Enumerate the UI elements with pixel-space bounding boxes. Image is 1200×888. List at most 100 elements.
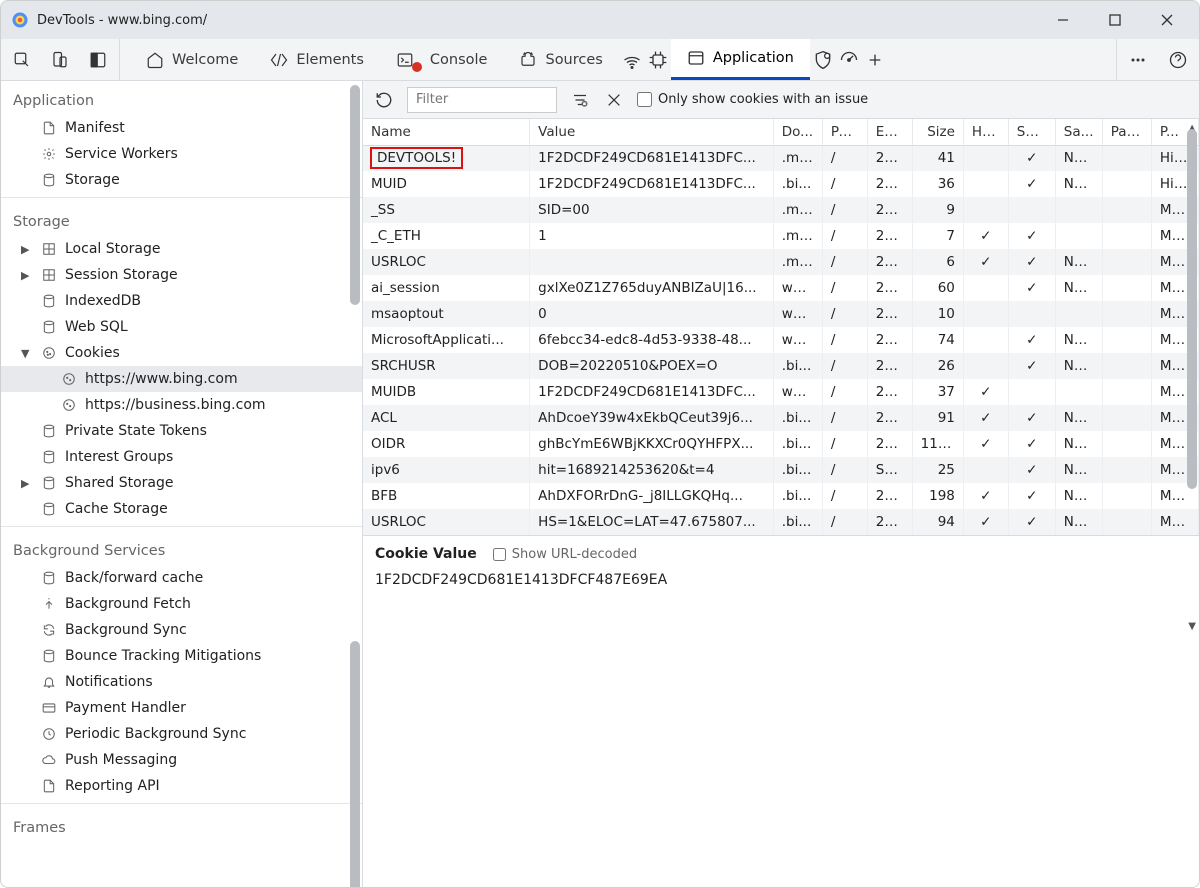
cell-value: gxlXe0Z1Z765duyANBIZaU|16... — [530, 275, 774, 301]
security-icon[interactable] — [810, 47, 836, 73]
cell-domain: .bi... — [773, 353, 822, 379]
show-url-decoded-input[interactable] — [493, 548, 506, 561]
cell-http — [963, 197, 1008, 223]
clear-filter-icon[interactable] — [569, 89, 591, 111]
sidebar-item-background-fetch[interactable]: Background Fetch — [1, 591, 362, 617]
file-icon — [41, 120, 57, 136]
table-row[interactable]: MUIDB1F2DCDF249CD681E1413DFC...ww.../20.… — [363, 379, 1199, 405]
memory-icon[interactable] — [645, 47, 671, 73]
clear-all-icon[interactable] — [603, 89, 625, 111]
col-samesite[interactable]: Sa... — [1055, 119, 1102, 145]
table-row[interactable]: DEVTOOLS!1F2DCDF249CD681E1413DFC....ms..… — [363, 145, 1199, 171]
network-icon[interactable] — [619, 47, 645, 73]
cell-path: / — [822, 249, 867, 275]
table-row[interactable]: ai_sessiongxlXe0Z1Z765duyANBIZaU|16...ww… — [363, 275, 1199, 301]
help-icon[interactable] — [1165, 47, 1191, 73]
sidebar-item-interest-groups[interactable]: Interest Groups — [1, 444, 362, 470]
device-icon[interactable] — [47, 47, 73, 73]
sidebar-item-session-storage[interactable]: ▶Session Storage — [1, 262, 362, 288]
tab-sources[interactable]: Sources — [503, 39, 618, 80]
close-button[interactable] — [1153, 6, 1181, 34]
tab-console[interactable]: Console — [380, 39, 504, 80]
minimize-button[interactable] — [1049, 6, 1077, 34]
sidebar-item-cookies[interactable]: ▼Cookies — [1, 340, 362, 366]
sidebar-item-cookie-origin-bing[interactable]: https://www.bing.com — [1, 366, 362, 392]
sidebar-item-local-storage[interactable]: ▶Local Storage — [1, 236, 362, 262]
tab-elements[interactable]: Elements — [254, 39, 380, 80]
only-issue-checkbox-input[interactable] — [637, 92, 652, 107]
scroll-down-icon[interactable]: ▼ — [1188, 621, 1196, 632]
table-row[interactable]: SRCHUSRDOB=20220510&POEX=O.bi.../20...26… — [363, 353, 1199, 379]
sidebar-item-payment-handler[interactable]: Payment Handler — [1, 695, 362, 721]
refresh-icon[interactable] — [373, 89, 395, 111]
cell-name: MUID — [363, 171, 530, 197]
card-icon — [41, 700, 57, 716]
table-row[interactable]: _SSSID=00.ms.../20...9Me... — [363, 197, 1199, 223]
cell-http — [963, 171, 1008, 197]
table-row[interactable]: MUID1F2DCDF249CD681E1413DFC....bi.../20.… — [363, 171, 1199, 197]
table-row[interactable]: BFBAhDXFORrDnG-_j8ILLGKQHq....bi.../20..… — [363, 483, 1199, 509]
table-row[interactable]: ACLAhDcoeY39w4xEkbQCeut39j6....bi.../20.… — [363, 405, 1199, 431]
cell-secure: ✓ — [1008, 457, 1055, 483]
table-row[interactable]: MicrosoftApplicati...6febcc34-edc8-4d53-… — [363, 327, 1199, 353]
table-row[interactable]: msaoptout0ww.../20...10Me... — [363, 301, 1199, 327]
col-path[interactable]: Path — [822, 119, 867, 145]
sidebar-item-periodic-sync[interactable]: Periodic Background Sync — [1, 721, 362, 747]
sidebar-item-websql[interactable]: Web SQL — [1, 314, 362, 340]
sidebar-item-background-sync[interactable]: Background Sync — [1, 617, 362, 643]
col-partition[interactable]: Par... — [1102, 119, 1151, 145]
sidebar-item-cookie-origin-business[interactable]: https://business.bing.com — [1, 392, 362, 418]
grid-icon — [41, 267, 57, 283]
cell-partition — [1102, 431, 1151, 457]
sidebar-item-manifest[interactable]: Manifest — [1, 115, 362, 141]
table-scrollbar-thumb[interactable] — [1187, 129, 1197, 489]
sidebar-item-indexeddb[interactable]: IndexedDB — [1, 288, 362, 314]
performance-icon[interactable] — [836, 47, 862, 73]
cell-value: AhDXFORrDnG-_j8ILLGKQHq... — [530, 483, 774, 509]
cell-secure: ✓ — [1008, 171, 1055, 197]
sidebar-item-bfcache[interactable]: Back/forward cache — [1, 565, 362, 591]
table-row[interactable]: USRLOCHS=1&ELOC=LAT=47.675807....bi.../2… — [363, 509, 1199, 535]
col-domain[interactable]: Do... — [773, 119, 822, 145]
inspect-icon[interactable] — [9, 47, 35, 73]
cell-domain: .bi... — [773, 457, 822, 483]
maximize-button[interactable] — [1101, 6, 1129, 34]
kebab-icon[interactable] — [1125, 47, 1151, 73]
col-name[interactable]: Name — [363, 119, 530, 145]
col-expires[interactable]: Ex... — [867, 119, 912, 145]
cell-expires: 20... — [867, 327, 912, 353]
sidebar-item-private-state-tokens[interactable]: Private State Tokens — [1, 418, 362, 444]
table-row[interactable]: OIDRghBcYmE6WBjKKXCr0QYHFPX....bi.../20.… — [363, 431, 1199, 457]
show-url-decoded-checkbox[interactable]: Show URL-decoded — [493, 547, 637, 562]
sidebar-item-bounce-tracking[interactable]: Bounce Tracking Mitigations — [1, 643, 362, 669]
sidebar-item-notifications[interactable]: Notifications — [1, 669, 362, 695]
table-row[interactable]: ipv6hit=1689214253620&t=4.bi.../Ses...25… — [363, 457, 1199, 483]
sidebar-scrollbar-thumb[interactable] — [350, 85, 360, 305]
cloud-icon — [41, 752, 57, 768]
col-secure[interactable]: Sec... — [1008, 119, 1055, 145]
tab-welcome[interactable]: Welcome — [130, 39, 254, 80]
col-httponly[interactable]: Htt... — [963, 119, 1008, 145]
tab-application[interactable]: Application — [671, 39, 810, 80]
sidebar-item-reporting-api[interactable]: Reporting API — [1, 773, 362, 799]
dock-icon[interactable] — [85, 47, 111, 73]
col-size[interactable]: Size — [912, 119, 963, 145]
more-tabs-icon[interactable] — [862, 47, 888, 73]
sidebar-item-shared-storage[interactable]: ▶Shared Storage — [1, 470, 362, 496]
cell-samesite — [1055, 197, 1102, 223]
filter-input[interactable] — [407, 87, 557, 113]
only-issue-checkbox[interactable]: Only show cookies with an issue — [637, 92, 868, 107]
cell-value: DOB=20220510&POEX=O — [530, 353, 774, 379]
cell-samesite: No... — [1055, 145, 1102, 171]
cell-path: / — [822, 223, 867, 249]
sidebar-item-cache-storage[interactable]: Cache Storage — [1, 496, 362, 522]
sidebar-item-service-workers[interactable]: Service Workers — [1, 141, 362, 167]
cell-secure: ✓ — [1008, 431, 1055, 457]
sidebar-item-push-messaging[interactable]: Push Messaging — [1, 747, 362, 773]
table-row[interactable]: _C_ETH1.ms.../20...7✓✓Me... — [363, 223, 1199, 249]
sidebar-item-storage[interactable]: Storage — [1, 167, 362, 193]
table-row[interactable]: USRLOC.ms.../20...6✓✓No...Me... — [363, 249, 1199, 275]
cell-samesite: No... — [1055, 509, 1102, 535]
sidebar-scrollbar-thumb-2[interactable] — [350, 641, 360, 887]
col-value[interactable]: Value — [530, 119, 774, 145]
